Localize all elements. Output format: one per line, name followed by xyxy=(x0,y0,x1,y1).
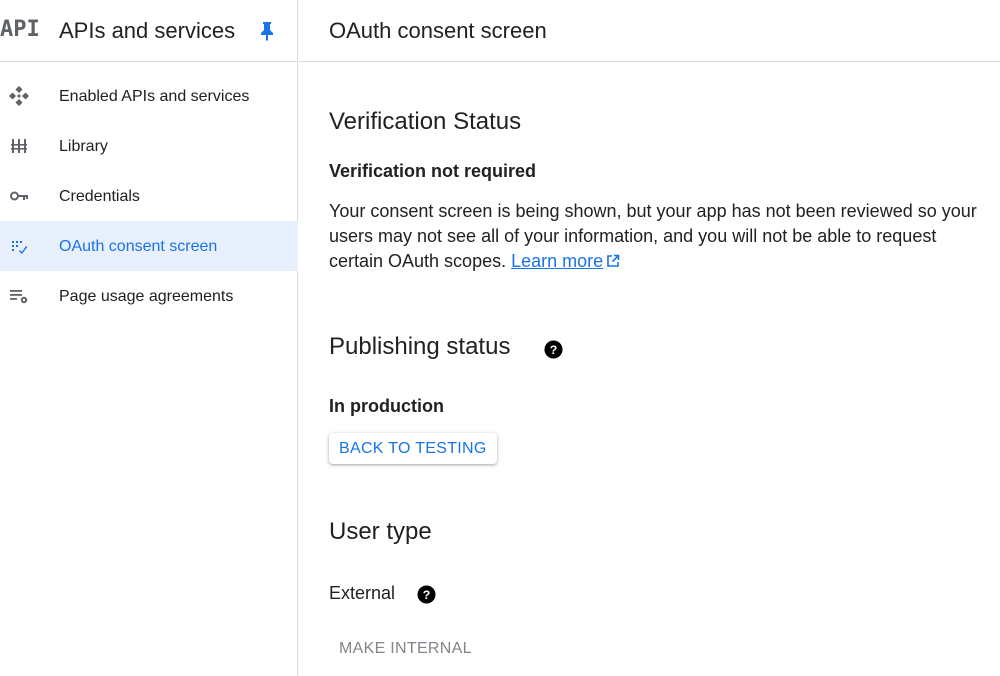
sidebar-item-library[interactable]: Library xyxy=(0,121,298,171)
library-icon xyxy=(11,139,27,153)
user-type-heading: User type xyxy=(329,518,432,545)
verification-status-heading: Verification Status xyxy=(329,108,522,135)
page-title: OAuth consent screen xyxy=(329,18,547,43)
publishing-status-heading: Publishing status xyxy=(329,333,511,360)
external-link-icon[interactable] xyxy=(606,254,620,268)
api-logo: API xyxy=(0,17,40,42)
learn-more-label: Learn more xyxy=(511,251,604,271)
sidebar-title: APIs and services xyxy=(59,18,236,43)
main-header: OAuth consent screen xyxy=(299,0,1000,62)
main-content: OAuth consent screen Verification Status… xyxy=(299,0,1000,676)
diamond-dots-icon xyxy=(9,86,29,106)
sidebar-item-label: Library xyxy=(59,138,108,155)
publishing-status-value: In production xyxy=(329,396,444,416)
sidebar-item-enabled-apis[interactable]: Enabled APIs and services xyxy=(0,71,298,121)
sidebar-item-label: Page usage agreements xyxy=(59,288,234,305)
consent-screen-icon xyxy=(12,241,28,254)
sidebar-item-credentials[interactable]: Credentials xyxy=(0,171,298,221)
svg-text:?: ? xyxy=(423,588,431,602)
sidebar-item-label: Credentials xyxy=(59,188,140,205)
sidebar-item-label: OAuth consent screen xyxy=(59,238,218,255)
user-type-value: External xyxy=(329,583,396,603)
sidebar-nav: Enabled APIs and services Library Creden… xyxy=(0,71,298,321)
sidebar-item-oauth-consent-screen[interactable]: OAuth consent screen xyxy=(0,221,298,271)
verification-status-value: Verification not required xyxy=(329,161,537,181)
sidebar: API APIs and services Enabled APIs and s… xyxy=(0,0,298,676)
verification-description-text: Your consent screen is being shown, but … xyxy=(329,201,977,271)
sidebar-item-label: Enabled APIs and services xyxy=(59,88,250,105)
back-to-testing-button[interactable]: BACK TO TESTING xyxy=(329,433,497,464)
help-icon[interactable]: ? xyxy=(417,585,436,604)
learn-more-link[interactable]: Learn more xyxy=(511,251,603,271)
sidebar-item-page-usage-agreements[interactable]: Page usage agreements xyxy=(0,271,298,321)
pin-icon[interactable] xyxy=(258,21,276,41)
list-settings-icon xyxy=(10,290,28,304)
sidebar-header: API APIs and services xyxy=(0,0,298,62)
verification-description: Your consent screen is being shown, but … xyxy=(329,199,979,274)
make-internal-button[interactable]: MAKE INTERNAL xyxy=(329,633,482,664)
key-icon xyxy=(10,191,28,201)
help-icon[interactable]: ? xyxy=(544,340,563,359)
svg-text:?: ? xyxy=(550,343,558,357)
